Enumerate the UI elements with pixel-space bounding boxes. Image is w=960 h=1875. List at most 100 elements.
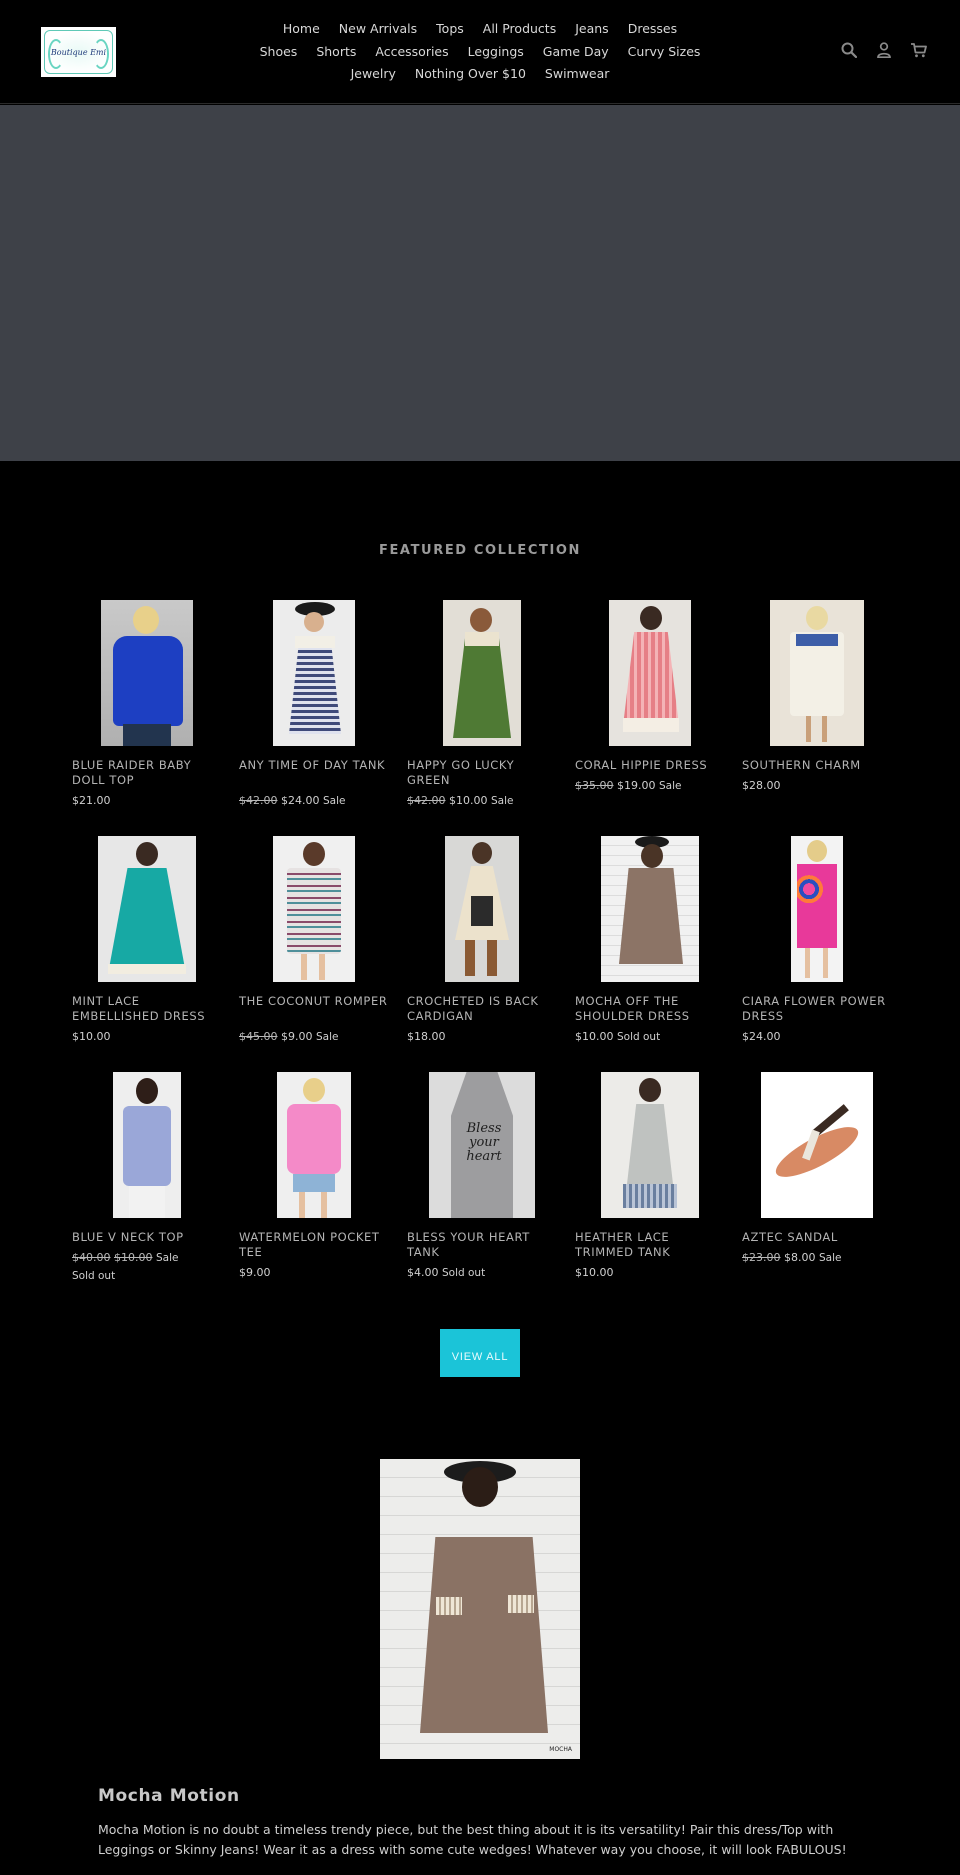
nav-leggings[interactable]: Leggings bbox=[468, 41, 524, 64]
nav-row-1: Home New Arrivals Tops All Products Jean… bbox=[250, 18, 710, 41]
product-title[interactable]: SOUTHERN CHARM bbox=[742, 758, 892, 773]
product-image bbox=[601, 836, 699, 982]
account-icon[interactable] bbox=[874, 40, 893, 59]
product-image-wrap bbox=[575, 600, 725, 746]
product-price: $45.00 $9.00 Sale bbox=[239, 1028, 338, 1046]
sale-price: $10.00 bbox=[72, 1030, 111, 1043]
regular-price: $42.00 bbox=[407, 794, 446, 807]
nav-new-arrivals[interactable]: New Arrivals bbox=[339, 18, 417, 41]
product-title[interactable]: WATERMELON POCKET TEE bbox=[239, 1230, 389, 1260]
product-image-wrap bbox=[742, 1072, 892, 1218]
product-image-wrap bbox=[72, 1072, 222, 1218]
product-price: $21.00 bbox=[72, 792, 111, 809]
logo-text: Boutique Emi bbox=[50, 47, 107, 57]
product-image-wrap bbox=[72, 600, 222, 746]
product-image-wrap bbox=[742, 836, 892, 982]
product-title[interactable]: ANY TIME OF DAY TANK bbox=[239, 758, 389, 773]
regular-price: $40.00 bbox=[72, 1251, 111, 1264]
product-price: $10.00 Sold out bbox=[575, 1028, 660, 1046]
sold-out-tag: Sold out bbox=[617, 1031, 661, 1043]
site-header: Boutique Emi Home New Arrivals Tops All … bbox=[0, 0, 960, 104]
product-price: $10.00 bbox=[72, 1028, 111, 1045]
cart-icon[interactable] bbox=[909, 40, 928, 59]
nav-dresses[interactable]: Dresses bbox=[628, 18, 677, 41]
product-image bbox=[273, 600, 355, 746]
sold-out-tag: Sold out bbox=[72, 1270, 116, 1282]
product-title[interactable]: BLUE V NECK TOP bbox=[72, 1230, 222, 1245]
regular-price: $45.00 bbox=[239, 1030, 278, 1043]
nav-shoes[interactable]: Shoes bbox=[260, 41, 298, 64]
sale-price: $4.00 bbox=[407, 1266, 439, 1279]
nav-swimwear[interactable]: Swimwear bbox=[545, 63, 610, 86]
feature-title: Mocha Motion bbox=[98, 1786, 240, 1806]
product-title[interactable]: CORAL HIPPIE DRESS bbox=[575, 758, 725, 773]
product-price: $18.00 bbox=[407, 1028, 446, 1045]
store-logo[interactable]: Boutique Emi bbox=[41, 27, 116, 77]
product-price: $28.00 bbox=[742, 777, 781, 794]
product-title[interactable]: AZTEC SANDAL bbox=[742, 1230, 892, 1245]
nav-jeans[interactable]: Jeans bbox=[575, 18, 608, 41]
nav-curvy-sizes[interactable]: Curvy Sizes bbox=[628, 41, 701, 64]
sale-price: $24.00 bbox=[281, 794, 320, 807]
regular-price: $42.00 bbox=[239, 794, 278, 807]
sale-price: $10.00 bbox=[575, 1030, 614, 1043]
product-title[interactable]: HAPPY GO LUCKY GREEN bbox=[407, 758, 557, 788]
product-image bbox=[273, 836, 355, 982]
product-title[interactable]: MINT LACE EMBELLISHED DRESS bbox=[72, 994, 222, 1024]
product-title[interactable]: BLUE RAIDER BABY DOLL TOP bbox=[72, 758, 222, 788]
logo-frame: Boutique Emi bbox=[44, 30, 113, 74]
product-title[interactable]: MOCHA OFF THE SHOULDER DRESS bbox=[575, 994, 725, 1024]
product-price: $10.00 bbox=[575, 1264, 614, 1281]
product-image-wrap bbox=[239, 1072, 389, 1218]
product-title[interactable]: BLESS YOUR HEART TANK bbox=[407, 1230, 557, 1260]
nav-row-2: Shoes Shorts Accessories Leggings Game D… bbox=[250, 41, 710, 64]
nav-nothing-over-10[interactable]: Nothing Over $10 bbox=[415, 63, 526, 86]
product-title[interactable]: CROCHETED IS BACK CARDIGAN bbox=[407, 994, 557, 1024]
product-title[interactable]: THE COCONUT ROMPER bbox=[239, 994, 389, 1009]
sale-price: $28.00 bbox=[742, 779, 781, 792]
product-image-wrap: Bless your heart bbox=[407, 1072, 557, 1218]
product-price: $42.00 $10.00 Sale bbox=[407, 792, 513, 810]
regular-price: $23.00 bbox=[742, 1251, 781, 1264]
product-title[interactable]: CIARA FLOWER POWER DRESS bbox=[742, 994, 892, 1024]
nav-home[interactable]: Home bbox=[283, 18, 320, 41]
sold-out-tag: Sold out bbox=[442, 1267, 486, 1279]
sale-price: $19.00 bbox=[617, 779, 656, 792]
nav-jewelry[interactable]: Jewelry bbox=[351, 63, 396, 86]
feature-image-caption: MOCHA bbox=[549, 1746, 572, 1753]
sale-tag: Sale bbox=[659, 780, 682, 792]
sale-tag: Sale bbox=[316, 1031, 339, 1043]
product-image bbox=[609, 600, 691, 746]
product-title[interactable]: HEATHER LACE TRIMMED TANK bbox=[575, 1230, 725, 1260]
nav-game-day[interactable]: Game Day bbox=[543, 41, 609, 64]
sale-tag: Sale bbox=[819, 1252, 842, 1264]
feature-text: Mocha Motion is no doubt a timeless tren… bbox=[98, 1822, 847, 1857]
sale-tag: Sale bbox=[491, 795, 514, 807]
sale-price: $18.00 bbox=[407, 1030, 446, 1043]
product-price: $35.00 $19.00 Sale bbox=[575, 777, 681, 795]
nav-accessories[interactable]: Accessories bbox=[375, 41, 448, 64]
product-price: $9.00 bbox=[239, 1264, 271, 1281]
hero-banner bbox=[0, 105, 960, 461]
product-image bbox=[601, 1072, 699, 1218]
product-image bbox=[791, 836, 843, 982]
nav-shorts[interactable]: Shorts bbox=[316, 41, 356, 64]
sale-tag: Sale bbox=[323, 795, 346, 807]
search-icon[interactable] bbox=[839, 40, 858, 59]
product-price: $4.00 Sold out bbox=[407, 1264, 485, 1282]
nav-tops[interactable]: Tops bbox=[436, 18, 464, 41]
product-image: Bless your heart bbox=[429, 1072, 535, 1218]
nav-all-products[interactable]: All Products bbox=[483, 18, 556, 41]
sale-price: $21.00 bbox=[72, 794, 111, 807]
view-all-button[interactable]: VIEW ALL bbox=[440, 1329, 520, 1377]
product-price: $40.00 $10.00 Sale Sold out bbox=[72, 1249, 178, 1285]
product-image-wrap bbox=[239, 836, 389, 982]
sale-price: $10.00 bbox=[449, 794, 488, 807]
product-image-wrap bbox=[239, 600, 389, 746]
sale-tag: Sale bbox=[156, 1252, 179, 1264]
sale-price: $10.00 bbox=[575, 1266, 614, 1279]
main-nav: Home New Arrivals Tops All Products Jean… bbox=[250, 18, 710, 86]
product-image-wrap bbox=[407, 836, 557, 982]
sale-price: $9.00 bbox=[239, 1266, 271, 1279]
product-price: $23.00 $8.00 Sale bbox=[742, 1249, 841, 1267]
